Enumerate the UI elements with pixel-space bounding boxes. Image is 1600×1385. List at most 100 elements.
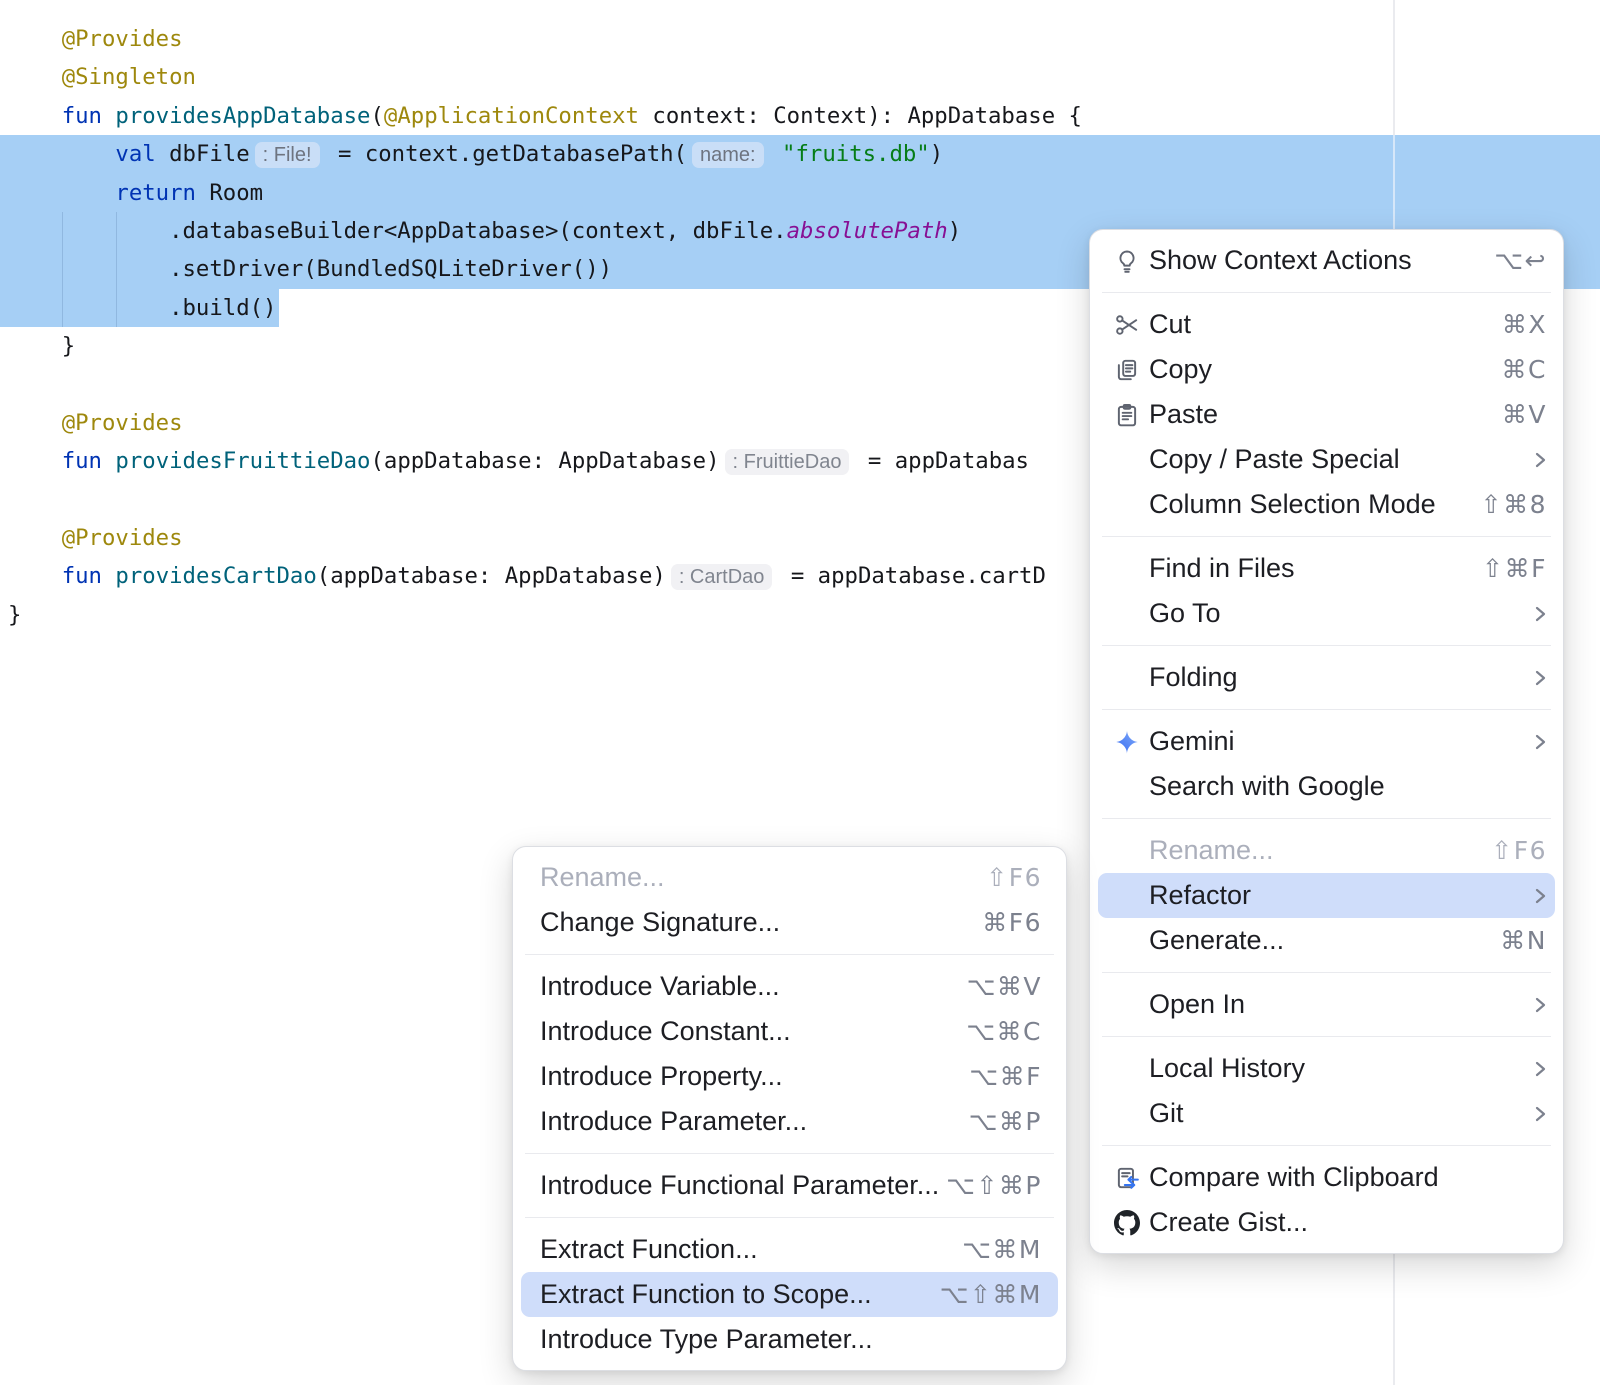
- code-segment: .build(): [8, 295, 276, 321]
- compare-icon: [1113, 1164, 1140, 1191]
- chevron-right-icon: [1534, 449, 1547, 471]
- blank-icon: [1113, 773, 1140, 800]
- menu-item-change-signature[interactable]: Change Signature...⌘F6: [513, 900, 1066, 945]
- menu-item-label: Generate...: [1149, 925, 1284, 956]
- code-segment: [102, 563, 115, 589]
- menu-item-label: Folding: [1149, 662, 1238, 693]
- menu-separator: [1102, 709, 1551, 710]
- code-segment: val: [115, 141, 155, 167]
- menu-separator: [1102, 818, 1551, 819]
- code-segment: dbFile: [156, 141, 250, 167]
- menu-item-label: Column Selection Mode: [1149, 489, 1436, 520]
- menu-item-generate[interactable]: Generate... ⌘N: [1090, 918, 1563, 963]
- shortcut-hint: ⌥⇧⌘P: [946, 1171, 1042, 1200]
- chevron-right-icon: [1534, 994, 1547, 1016]
- code-segment: .setDriver(BundledSQLiteDriver()): [8, 256, 612, 282]
- menu-item-gemini[interactable]: Gemini: [1090, 719, 1563, 764]
- code-segment: [8, 103, 62, 129]
- inlay-hint: : FruittieDao: [725, 449, 850, 475]
- menu-item-find-in-files[interactable]: Find in Files⇧⌘F: [1090, 546, 1563, 591]
- inlay-hint: : File!: [255, 142, 320, 168]
- menu-item-git[interactable]: Git: [1090, 1091, 1563, 1136]
- menu-item-introduce-variable[interactable]: Introduce Variable...⌥⌘V: [513, 964, 1066, 1009]
- menu-item-copy-paste-special[interactable]: Copy / Paste Special: [1090, 437, 1563, 482]
- menu-item-refactor[interactable]: Refactor: [1098, 873, 1555, 918]
- menu-item-introduce-constant[interactable]: Introduce Constant...⌥⌘C: [513, 1009, 1066, 1054]
- shortcut-hint: ⌘V: [1502, 400, 1547, 429]
- code-segment: fun: [62, 448, 102, 474]
- menu-item-rename[interactable]: Rename...⇧F6: [1090, 828, 1563, 873]
- code-segment: @Provides: [62, 525, 183, 551]
- menu-item-label: Introduce Constant...: [540, 1016, 791, 1047]
- code-segment: = appDatabas: [854, 448, 1029, 474]
- menu-item-create-gist[interactable]: Create Gist...: [1090, 1200, 1563, 1245]
- menu-item-label: Introduce Functional Parameter...: [540, 1170, 939, 1201]
- code-segment: [769, 141, 782, 167]
- menu-item-introduce-parameter[interactable]: Introduce Parameter...⌥⌘P: [513, 1099, 1066, 1144]
- menu-item-open-in[interactable]: Open In: [1090, 982, 1563, 1027]
- menu-item-extract-function-to-scope[interactable]: Extract Function to Scope...⌥⇧⌘M: [521, 1272, 1058, 1317]
- menu-separator: [1102, 645, 1551, 646]
- code-segment: [8, 180, 115, 206]
- shortcut-hint: ⌘N: [1500, 926, 1547, 955]
- code-segment: }: [8, 333, 75, 359]
- code-segment: absolutePath: [787, 218, 948, 244]
- menu-item-folding[interactable]: Folding: [1090, 655, 1563, 700]
- code-line[interactable]: @Provides: [0, 20, 1600, 58]
- code-line[interactable]: @Singleton: [0, 58, 1600, 96]
- code-segment: [8, 64, 62, 90]
- shortcut-hint: ⌥⌘P: [969, 1107, 1042, 1136]
- menu-item-cut[interactable]: Cut⌘X: [1090, 302, 1563, 347]
- menu-item-compare-with-clipboard[interactable]: Compare with Clipboard: [1090, 1155, 1563, 1200]
- menu-item-introduce-functional-parameter[interactable]: Introduce Functional Parameter...⌥⇧⌘P: [513, 1163, 1066, 1208]
- menu-item-label: Refactor: [1149, 880, 1251, 911]
- code-segment: [8, 563, 62, 589]
- code-segment: [8, 141, 115, 167]
- github-icon: [1113, 1209, 1140, 1236]
- menu-item-go-to[interactable]: Go To: [1090, 591, 1563, 636]
- shortcut-hint: ⌥⌘F: [969, 1062, 1042, 1091]
- menu-item-label: Copy: [1149, 354, 1212, 385]
- menu-item-label: Open In: [1149, 989, 1245, 1020]
- blank-icon: [1113, 664, 1140, 691]
- shortcut-hint: ⌥⇧⌘M: [940, 1280, 1042, 1309]
- code-line[interactable]: val dbFile: File! = context.getDatabaseP…: [0, 135, 1600, 173]
- code-segment: Room: [196, 180, 263, 206]
- menu-item-label: Local History: [1149, 1053, 1305, 1084]
- code-segment: fun: [62, 563, 102, 589]
- menu-item-search-with-google[interactable]: Search with Google: [1090, 764, 1563, 809]
- code-editor[interactable]: @Provides @Singleton fun providesAppData…: [0, 0, 1600, 1385]
- chevron-right-icon: [1534, 1058, 1547, 1080]
- code-line[interactable]: fun providesAppDatabase(@ApplicationCont…: [0, 97, 1600, 135]
- menu-item-rename[interactable]: Rename...⇧F6: [513, 855, 1066, 900]
- shortcut-hint: ⇧F6: [986, 863, 1042, 892]
- code-segment: "fruits.db": [782, 141, 930, 167]
- code-segment: context: Context): AppDatabase {: [639, 103, 1082, 129]
- blank-icon: [1113, 491, 1140, 518]
- menu-item-introduce-property[interactable]: Introduce Property...⌥⌘F: [513, 1054, 1066, 1099]
- inlay-hint: : CartDao: [671, 564, 773, 590]
- menu-item-extract-function[interactable]: Extract Function...⌥⌘M: [513, 1227, 1066, 1272]
- blank-icon: [1113, 927, 1140, 954]
- menu-item-label: Change Signature...: [540, 907, 780, 938]
- menu-item-label: Compare with Clipboard: [1149, 1162, 1439, 1193]
- menu-item-copy[interactable]: Copy⌘C: [1090, 347, 1563, 392]
- menu-item-local-history[interactable]: Local History: [1090, 1046, 1563, 1091]
- menu-item-label: Paste: [1149, 399, 1218, 430]
- menu-item-label: Rename...: [1149, 835, 1274, 866]
- bulb-icon: [1113, 247, 1140, 274]
- code-segment: [102, 103, 115, 129]
- chevron-right-icon: [1534, 1103, 1547, 1125]
- menu-item-show-context-actions[interactable]: Show Context Actions⌥↩: [1090, 238, 1563, 283]
- code-segment: @Provides: [62, 26, 183, 52]
- code-segment: providesFruittieDao: [115, 448, 370, 474]
- paste-icon: [1113, 401, 1140, 428]
- code-segment: [102, 448, 115, 474]
- editor-context-menu: Show Context Actions⌥↩ Cut⌘XCopy⌘C Paste ⌘V…: [1089, 229, 1564, 1254]
- menu-item-column-selection-mode[interactable]: Column Selection Mode⇧⌘8: [1090, 482, 1563, 527]
- code-line[interactable]: return Room: [0, 174, 1600, 212]
- menu-item-introduce-type-parameter[interactable]: Introduce Type Parameter...: [513, 1317, 1066, 1362]
- menu-item-label: Create Gist...: [1149, 1207, 1308, 1238]
- code-segment: [8, 410, 62, 436]
- menu-item-paste[interactable]: Paste ⌘V: [1090, 392, 1563, 437]
